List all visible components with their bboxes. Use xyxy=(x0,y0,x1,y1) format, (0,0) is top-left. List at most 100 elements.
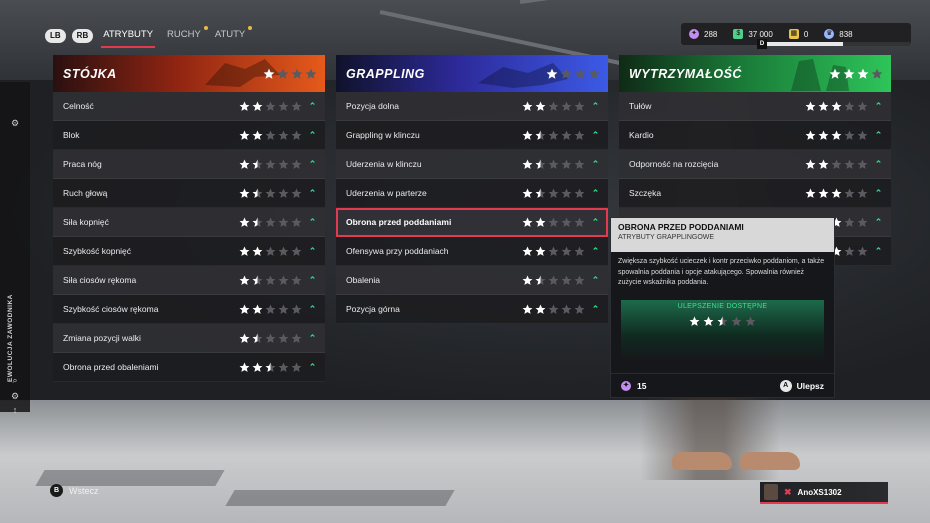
attribute-label: Kardio xyxy=(629,130,654,140)
upgrade-arrow-icon: ⌃ xyxy=(308,187,317,198)
star-empty-icon xyxy=(831,159,842,170)
upgrade-label: Ulepsz xyxy=(796,380,824,391)
star-empty-icon xyxy=(305,68,317,80)
star-half-icon xyxy=(252,159,263,170)
star-half-icon xyxy=(252,333,263,344)
star-empty-icon xyxy=(844,246,855,257)
tab-atuty[interactable]: ATUTY xyxy=(211,26,253,46)
star-filled-icon xyxy=(239,159,250,170)
attribute-row[interactable]: Siła kopnięć ⌃ xyxy=(53,208,325,237)
star-empty-icon xyxy=(265,333,276,344)
detail-description: Zwiększa szybkość ucieczek i kontr przec… xyxy=(618,258,825,286)
attribute-label: Ruch głową xyxy=(63,188,108,198)
star-empty-icon xyxy=(745,316,756,327)
rail-label: EWOLUCJA ZAWODNIKA xyxy=(7,294,14,382)
star-empty-icon xyxy=(265,217,276,228)
attribute-row[interactable]: Obalenia ⌃ xyxy=(336,266,608,295)
star-empty-icon xyxy=(291,333,302,344)
attribute-row[interactable]: Grappling w klinczu ⌃ xyxy=(336,121,608,150)
star-empty-icon xyxy=(291,68,303,80)
xp-progress-fill xyxy=(760,42,843,46)
star-empty-icon xyxy=(871,68,883,80)
star-empty-icon xyxy=(291,217,302,228)
star-empty-icon xyxy=(278,333,289,344)
rb-button[interactable]: RB xyxy=(71,29,94,43)
star-empty-icon xyxy=(265,101,276,112)
upgrade-arrow-icon: ⌃ xyxy=(874,187,883,198)
star-empty-icon xyxy=(561,188,572,199)
attribute-label: Uderzenia w klinczu xyxy=(346,159,422,169)
attribute-label: Pozycja górna xyxy=(346,304,400,314)
fighter-evolution-rail[interactable]: ⚙ EWOLUCJA ZAWODNIKA ⌕ ⚙ ↕ xyxy=(0,82,30,415)
attribute-stars xyxy=(239,130,302,141)
star-empty-icon xyxy=(574,304,585,315)
star-empty-icon xyxy=(291,246,302,257)
star-empty-icon xyxy=(561,246,572,257)
attribute-row[interactable]: Zmiana pozycji walki ⌃ xyxy=(53,324,325,353)
star-empty-icon xyxy=(574,68,586,80)
attribute-row[interactable]: Obrona przed poddaniami ⌃ xyxy=(336,208,608,237)
attribute-row[interactable]: Uderzenia w klinczu ⌃ xyxy=(336,150,608,179)
coins-value: 37 000 xyxy=(748,29,773,39)
star-filled-icon xyxy=(805,159,816,170)
attribute-row[interactable]: Ofensywa przy poddaniach ⌃ xyxy=(336,237,608,266)
attribute-row[interactable]: Szczęka ⌃ xyxy=(619,179,891,208)
star-filled-icon xyxy=(239,333,250,344)
attribute-stars xyxy=(805,159,868,170)
star-filled-icon xyxy=(535,246,546,257)
attribute-row[interactable]: Tułów ⌃ xyxy=(619,92,891,121)
attribute-row[interactable]: Celność ⌃ xyxy=(53,92,325,121)
attribute-row[interactable]: Szybkość kopnięć ⌃ xyxy=(53,237,325,266)
star-empty-icon xyxy=(731,316,742,327)
attribute-row[interactable]: Ruch głową ⌃ xyxy=(53,179,325,208)
attribute-row[interactable]: Odporność na rozcięcia ⌃ xyxy=(619,150,891,179)
back-button[interactable]: B Wstecz xyxy=(50,484,99,497)
attribute-label: Ofensywa przy poddaniach xyxy=(346,246,449,256)
star-empty-icon xyxy=(857,188,868,199)
attribute-stars xyxy=(522,275,585,286)
star-empty-icon xyxy=(548,130,559,141)
attribute-row[interactable]: Pozycja dolna ⌃ xyxy=(336,92,608,121)
close-icon: ✖ xyxy=(784,486,792,497)
attribute-row[interactable]: Blok ⌃ xyxy=(53,121,325,150)
xp-progress-bar: D xyxy=(757,39,910,49)
star-filled-icon xyxy=(252,130,263,141)
detail-footer: ✦ 15 A Ulepsz xyxy=(611,373,834,397)
tab-ruchy[interactable]: RUCHY xyxy=(163,26,208,46)
star-empty-icon xyxy=(278,188,289,199)
rank-badge: D xyxy=(757,39,767,49)
upgrade-arrow-icon: ⌃ xyxy=(591,274,600,285)
search-icon[interactable]: ⌕ xyxy=(9,374,21,386)
attribute-label: Obrona przed poddaniami xyxy=(346,217,452,227)
star-filled-icon xyxy=(252,362,263,373)
upgrade-available-label: ULEPSZENIE DOSTĘPNE xyxy=(677,303,768,310)
attribute-row[interactable]: Uderzenia w parterze ⌃ xyxy=(336,179,608,208)
star-empty-icon xyxy=(278,217,289,228)
attribute-list: Celność ⌃ Blok ⌃ Praca nóg ⌃ Ruch głową ⌃ Siła… xyxy=(53,92,325,382)
star-filled-icon xyxy=(252,304,263,315)
attribute-label: Uderzenia w parterze xyxy=(346,188,427,198)
upgrade-arrow-icon: ⌃ xyxy=(874,100,883,111)
attribute-row[interactable]: Obrona przed obaleniami ⌃ xyxy=(53,353,325,382)
points-counter: ✦ 288 xyxy=(689,29,717,39)
lb-button[interactable]: LB xyxy=(45,29,66,43)
star-filled-icon xyxy=(239,130,250,141)
star-empty-icon xyxy=(278,130,289,141)
upgrade-arrow-icon: ⌃ xyxy=(308,216,317,227)
attribute-row[interactable]: Siła ciosów rękoma ⌃ xyxy=(53,266,325,295)
upgrade-button[interactable]: A Ulepsz xyxy=(779,379,824,392)
star-filled-icon xyxy=(805,101,816,112)
detail-header: OBRONA PRZED PODDANIAMI ATRYBUTY GRAPPLI… xyxy=(611,218,834,252)
attribute-row[interactable]: Pozycja górna ⌃ xyxy=(336,295,608,324)
arrows-icon: ↕ xyxy=(12,405,18,415)
column-header: WYTRZYMAŁOŚĆ xyxy=(619,55,891,92)
tab-atrybuty[interactable]: ATRYBUTY xyxy=(99,26,157,48)
star-filled-icon xyxy=(546,68,558,80)
upgrade-arrow-icon: ⌃ xyxy=(591,158,600,169)
attribute-row[interactable]: Kardio ⌃ xyxy=(619,121,891,150)
star-filled-icon xyxy=(263,68,275,80)
points-value: 288 xyxy=(704,29,718,39)
attribute-row[interactable]: Szybkość ciosów rękoma ⌃ xyxy=(53,295,325,324)
star-empty-icon xyxy=(265,130,276,141)
attribute-row[interactable]: Praca nóg ⌃ xyxy=(53,150,325,179)
